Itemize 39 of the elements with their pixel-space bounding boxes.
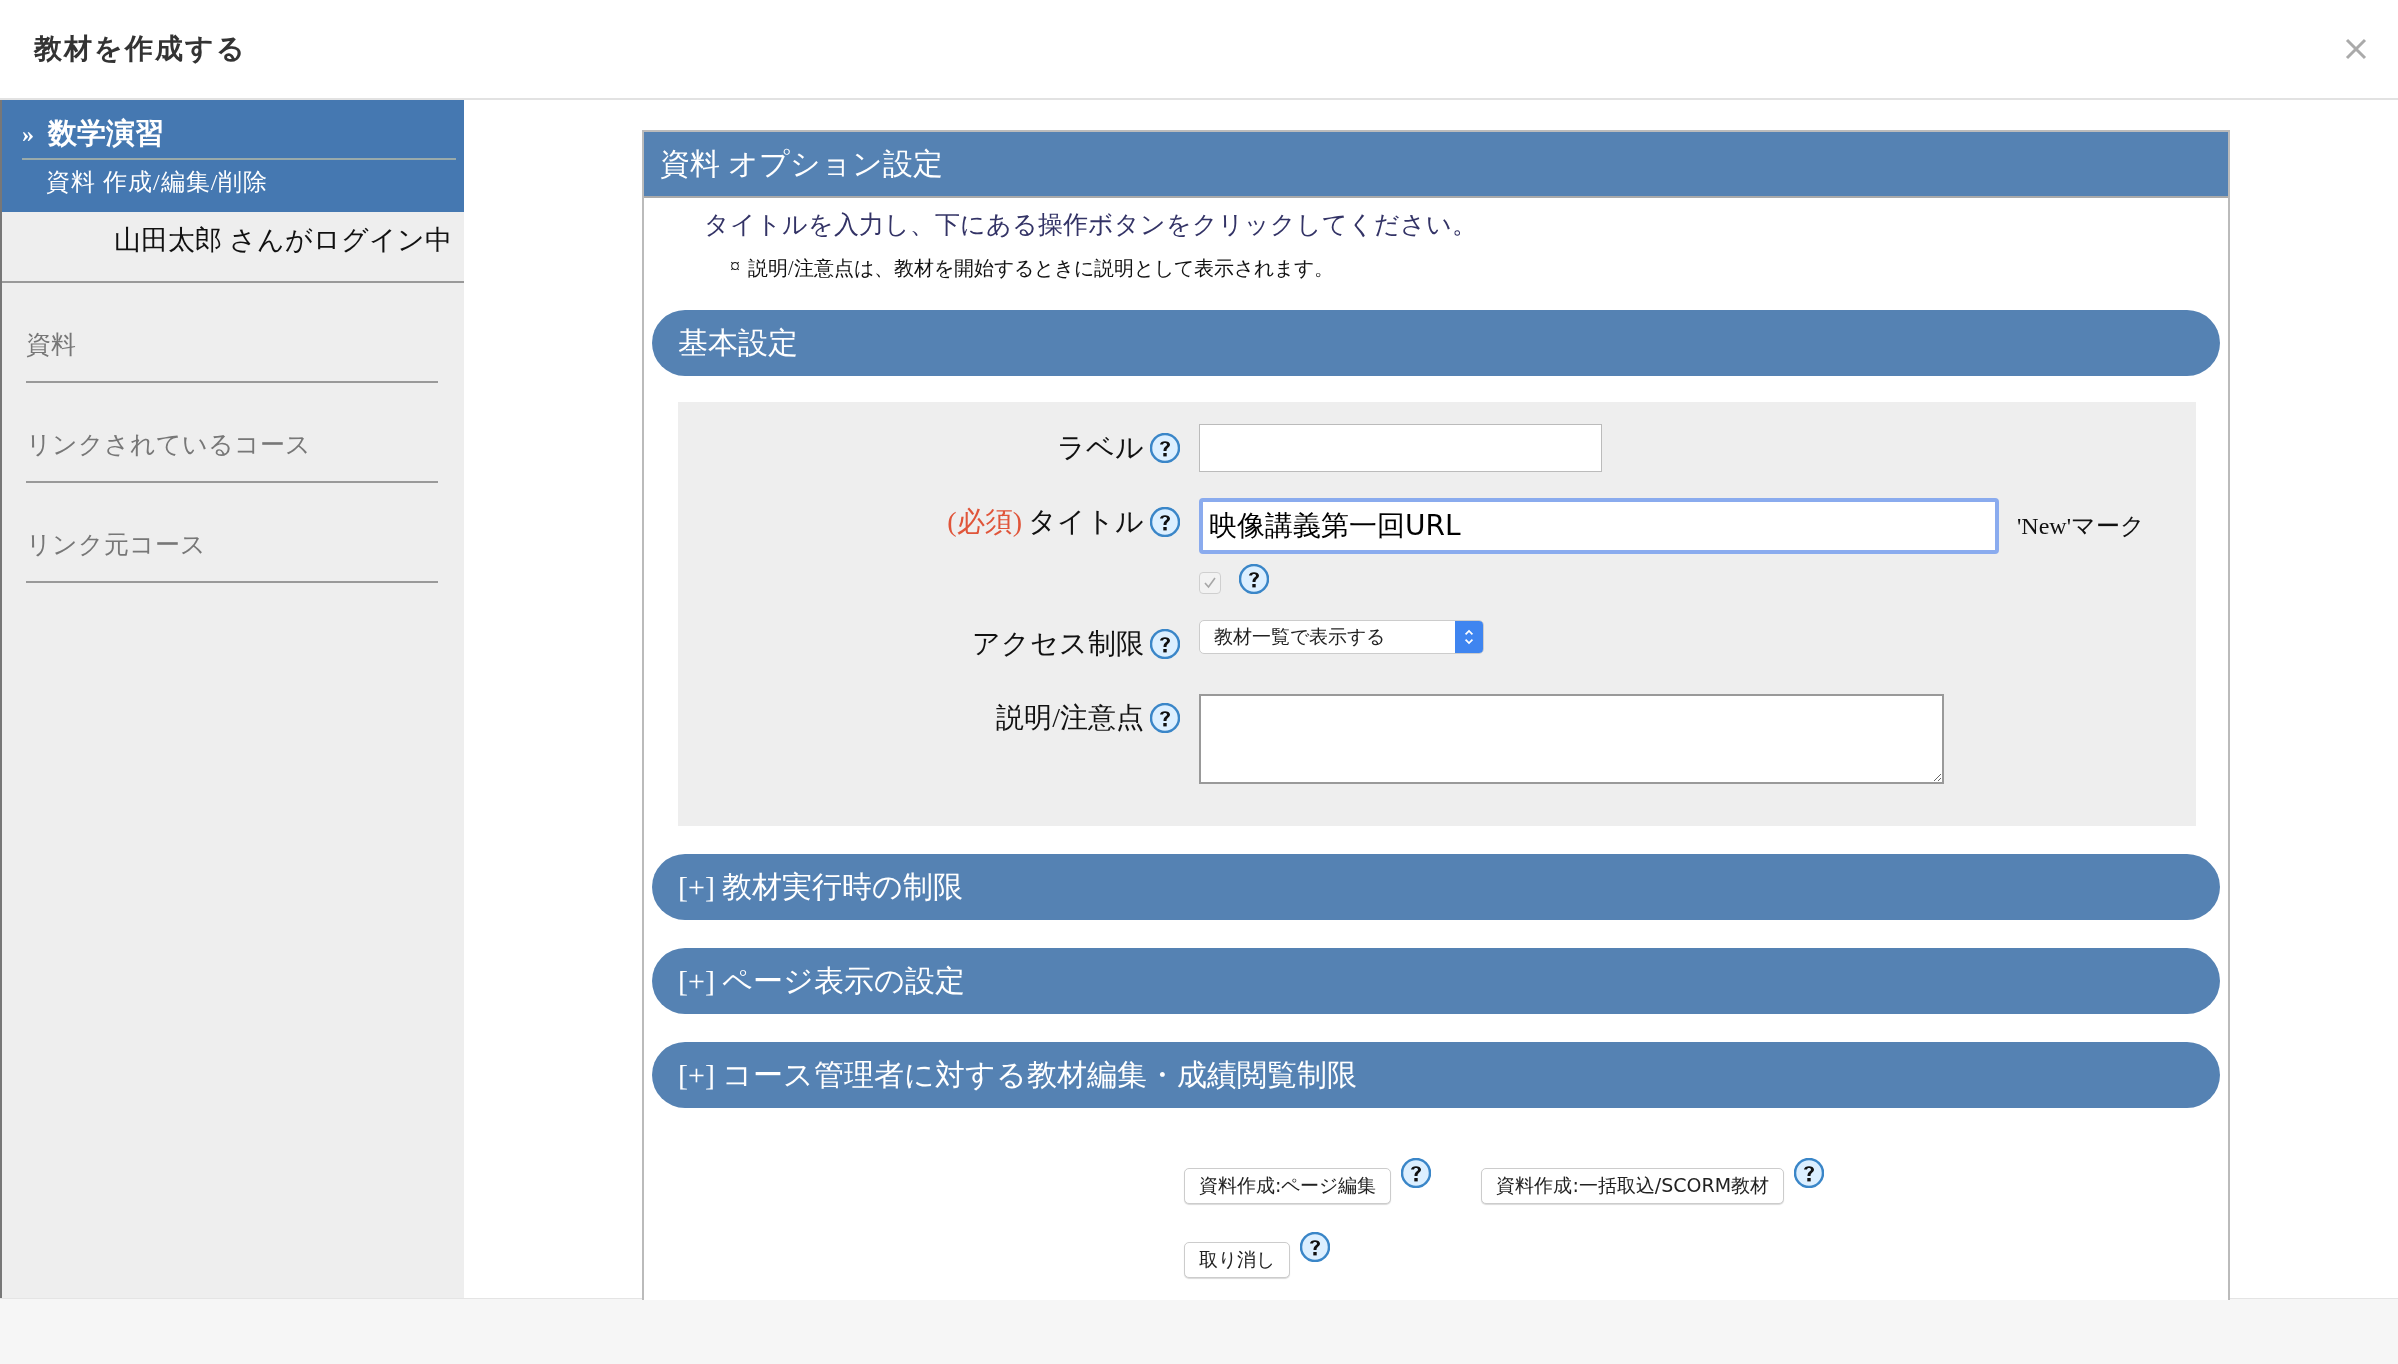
checkbox-label: 'New'マーク — [2017, 512, 2145, 541]
action-button[interactable]: 資料作成:ページ編集 — [1184, 1168, 1392, 1204]
section-header[interactable]: [+] コース管理者に対する教材編集・成績閲覧制限 — [652, 1042, 2220, 1108]
field-label: ラベル — [1057, 431, 1144, 465]
help-icon[interactable] — [1300, 1232, 1330, 1262]
field-label: タイトル — [1028, 505, 1144, 539]
dialog-title: 教材を作成する — [34, 31, 247, 67]
dropdown[interactable]: 教材一覧で表示する — [1199, 620, 1484, 654]
help-icon[interactable] — [1794, 1158, 1825, 1188]
help-icon[interactable] — [1150, 433, 1180, 463]
field-label: アクセス制限 — [972, 627, 1144, 661]
stepper-icon[interactable] — [1455, 621, 1483, 653]
text-area[interactable] — [1199, 694, 1944, 784]
page-subtitle: 資料 作成/編集/削除 — [45, 168, 270, 197]
bullet-marker: ¤ — [730, 255, 740, 279]
section-header[interactable]: [+] 教材実行時の制限 — [652, 854, 2220, 920]
action-button[interactable]: 資料作成:一括取込/SCORM教材 — [1481, 1168, 1785, 1204]
login-status: 山田太郎 さんがログイン中 — [2, 212, 464, 283]
note-text: 説明/注意点は、教材を開始するときに説明として表示されます。 — [748, 256, 1334, 281]
help-icon[interactable] — [1150, 507, 1180, 537]
course-name: 数学演習 — [48, 116, 164, 151]
required-mark: (必須) — [947, 505, 1022, 539]
help-icon[interactable] — [1239, 564, 1269, 594]
text-field[interactable] — [1199, 424, 1602, 472]
sidebar-item[interactable]: リンク元コース — [26, 483, 438, 583]
sidebar-item[interactable]: 資料 — [26, 283, 438, 383]
help-icon[interactable] — [1150, 703, 1180, 733]
help-icon[interactable] — [1150, 629, 1180, 659]
panel-header: 資料 オプション設定 — [644, 132, 2228, 198]
help-icon[interactable] — [1401, 1158, 1432, 1188]
section-header[interactable]: [+] ページ表示の設定 — [652, 948, 2220, 1014]
action-button[interactable]: 取り消し — [1184, 1242, 1290, 1278]
text-field[interactable]: 映像講義第一回URL — [1199, 498, 1999, 554]
instruction-text: タイトルを入力し、下にある操作ボタンをクリックしてください。 — [703, 210, 1478, 240]
check-icon — [1202, 575, 1218, 591]
breadcrumb-marker: » — [22, 120, 34, 148]
section-header[interactable]: 基本設定 — [652, 310, 2220, 376]
sidebar-item[interactable]: リンクされているコース — [26, 383, 438, 483]
field-label: 説明/注意点 — [996, 701, 1144, 735]
